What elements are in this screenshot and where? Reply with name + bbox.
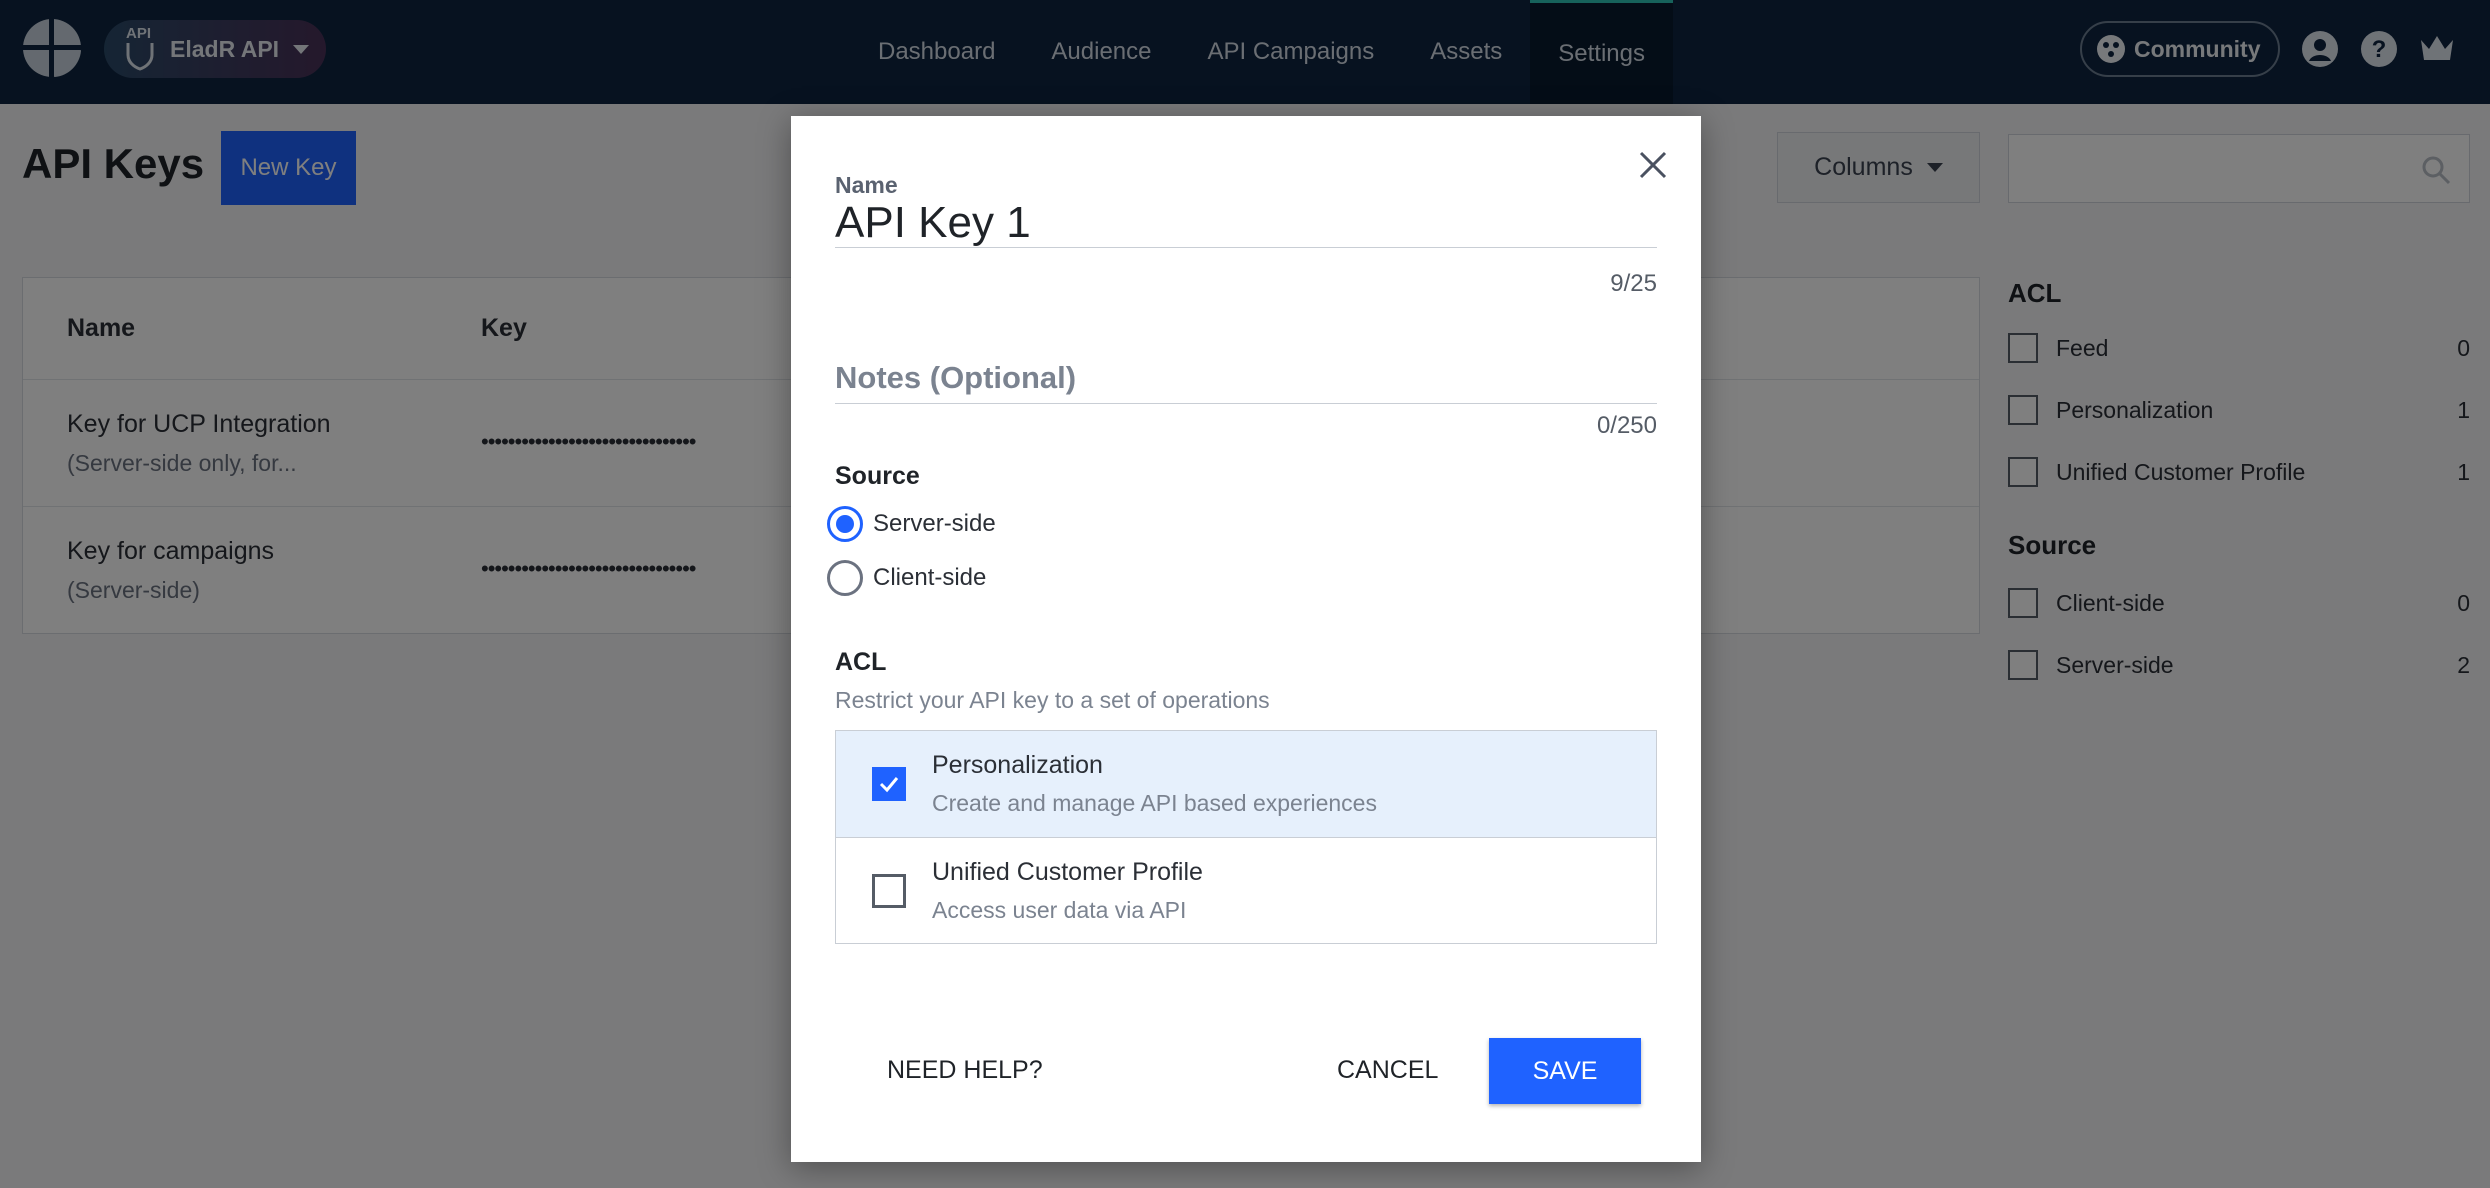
save-button[interactable]: SAVE — [1489, 1038, 1641, 1104]
radio-label: Server-side — [873, 510, 996, 537]
checkmark-icon — [879, 777, 899, 793]
radio-client-side[interactable]: Client-side — [827, 558, 986, 598]
name-field[interactable] — [835, 198, 1657, 248]
acl-description: Restrict your API key to a set of operat… — [835, 687, 1270, 713]
radio-button[interactable] — [827, 560, 863, 596]
acl-heading: ACL — [835, 648, 887, 676]
need-help-button[interactable]: NEED HELP? — [887, 1056, 1043, 1085]
checkbox-checked[interactable] — [872, 767, 906, 801]
source-heading: Source — [835, 462, 920, 490]
cancel-button[interactable]: CANCEL — [1337, 1056, 1438, 1085]
notes-char-counter: 0/250 — [1596, 412, 1657, 439]
new-api-key-dialog: Name 9/25 0/250 Source Server-side Clien… — [791, 116, 1701, 1162]
radio-button[interactable] — [827, 506, 863, 542]
acl-option-unified-customer-profile[interactable]: Unified Customer Profile Access user dat… — [836, 837, 1656, 943]
name-field-label: Name — [835, 172, 898, 198]
acl-option-description: Access user data via API — [932, 897, 1187, 923]
acl-option-title: Personalization — [932, 751, 1103, 779]
name-char-counter: 9/25 — [1610, 270, 1657, 297]
radio-label: Client-side — [873, 564, 987, 591]
acl-option-description: Create and manage API based experiences — [932, 790, 1377, 816]
acl-option-title: Unified Customer Profile — [932, 858, 1203, 886]
radio-server-side[interactable]: Server-side — [827, 504, 996, 544]
checkbox[interactable] — [872, 874, 906, 908]
acl-options-list: Personalization Create and manage API ba… — [835, 730, 1657, 944]
notes-field[interactable] — [835, 352, 1657, 404]
close-icon[interactable] — [1634, 146, 1672, 184]
acl-option-personalization[interactable]: Personalization Create and manage API ba… — [836, 731, 1656, 837]
